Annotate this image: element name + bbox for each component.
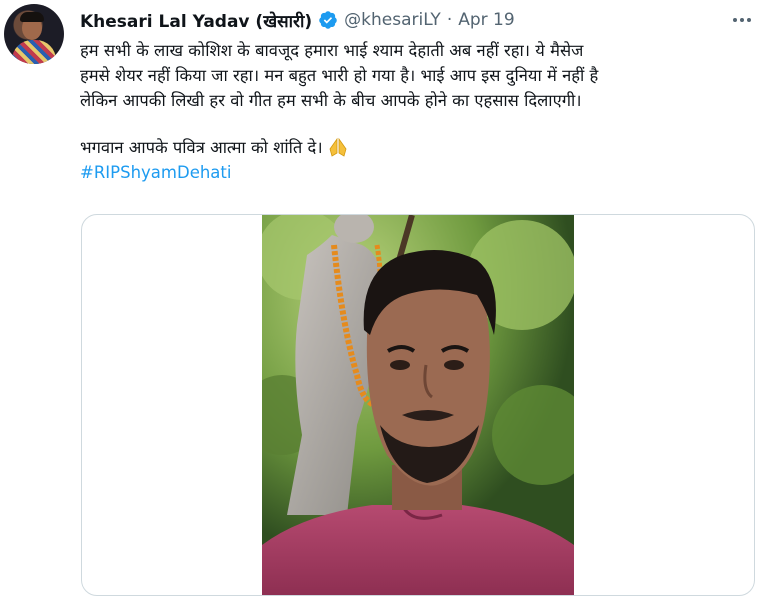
avatar-shirt xyxy=(12,40,56,64)
tweet-photo[interactable] xyxy=(262,215,574,595)
tweet-date[interactable]: Apr 19 xyxy=(458,10,514,30)
tweet-closing-line: भगवान आपके पवित्र आत्मा को शांति दे। xyxy=(80,135,756,160)
header-separator: · xyxy=(446,10,453,30)
closing-text: भगवान आपके पवित्र आत्मा को शांति दे। xyxy=(80,138,323,157)
author-name[interactable]: Khesari Lal Yadav (खेसारी) xyxy=(80,9,312,32)
tweet-text-line: लेकिन आपकी लिखी हर वो गीत हम सभी के बीच … xyxy=(80,91,582,110)
author-handle[interactable]: @khesariLY xyxy=(344,10,441,30)
more-options-icon[interactable] xyxy=(730,10,754,30)
tweet-media[interactable] xyxy=(81,214,755,596)
hashtag-link[interactable]: #RIPShyamDehati xyxy=(80,160,756,185)
avatar-hair xyxy=(20,12,44,22)
tweet-header: Khesari Lal Yadav (खेसारी) @khesariLY · … xyxy=(80,8,515,32)
verified-badge-icon xyxy=(318,10,338,30)
tweet-text-line: हमसे शेयर नहीं किया जा रहा। मन बहुत भारी… xyxy=(80,66,599,85)
author-avatar[interactable] xyxy=(4,4,64,64)
folded-hands-emoji-icon xyxy=(327,137,349,157)
tweet-text-line: हम सभी के लाख कोशिश के बावजूद हमारा भाई … xyxy=(80,41,584,60)
tweet-text: हम सभी के लाख कोशिश के बावजूद हमारा भाई … xyxy=(80,38,756,185)
